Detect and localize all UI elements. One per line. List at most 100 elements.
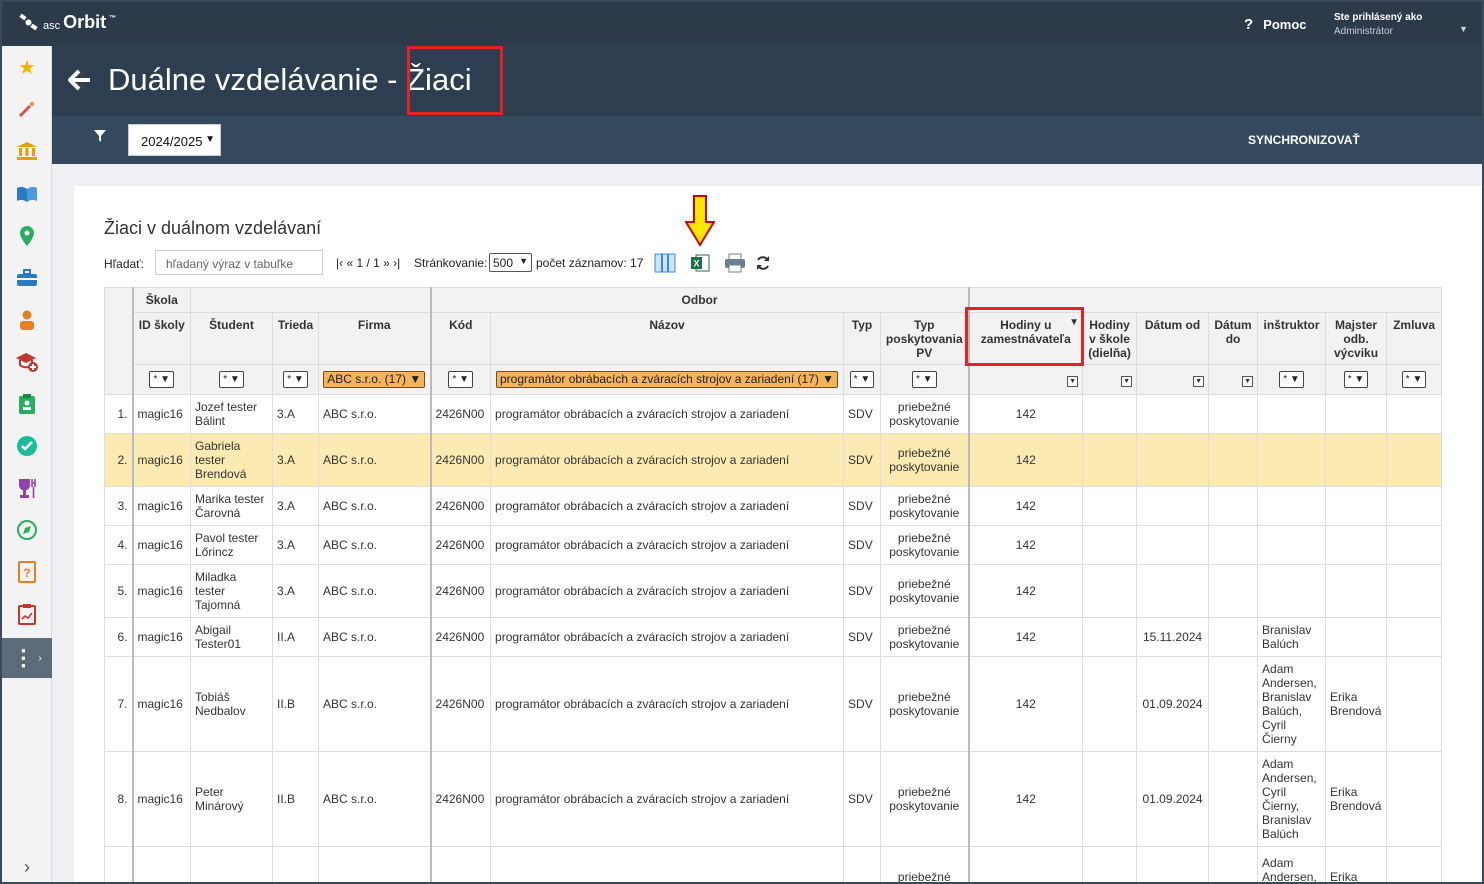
col-student[interactable]: Študent <box>190 312 273 365</box>
filter-nazov[interactable]: programátor obrábacích a zváracích stroj… <box>496 371 839 388</box>
cell-instruktor <box>1257 486 1327 526</box>
app-logo[interactable]: asc Orbit ™ <box>18 12 116 33</box>
print-icon[interactable] <box>724 252 746 274</box>
cell-id-skoly-link[interactable]: magic16 <box>131 617 191 657</box>
filter-zmluva[interactable]: * ▼ <box>1401 371 1427 388</box>
year-select[interactable]: 2024/2025 ▼ <box>128 124 221 156</box>
filter-majster[interactable]: * ▼ <box>1343 371 1369 388</box>
group-header-odbor: Odbor <box>429 287 970 313</box>
clipboard-user-icon[interactable] <box>2 387 52 421</box>
trophy-icon[interactable] <box>2 471 52 505</box>
cell-hodiny-zamestnavatel: 142 <box>967 486 1084 526</box>
bank-icon[interactable] <box>2 134 52 168</box>
app-window: asc Orbit ™ ? Pomoc Ste prihlásený ako Adm… <box>0 0 1484 884</box>
cell-id-skoly-link[interactable]: magic16 <box>131 564 191 618</box>
columns-icon[interactable] <box>654 252 676 274</box>
cell-id-skoly-link[interactable]: magic16 <box>131 433 191 487</box>
table-row[interactable]: 7. magic16 Tobiáš Nedbalov II.B ABC s.r.o. 24… <box>104 656 1443 752</box>
cell-datum-od <box>1136 525 1210 565</box>
cell-datum-do <box>1208 617 1259 657</box>
paging-select[interactable]: 500 ▼ <box>489 253 532 272</box>
col-instruktor[interactable]: inštruktor <box>1257 312 1327 365</box>
location-pin-icon[interactable] <box>2 219 52 253</box>
magic-wand-icon[interactable] <box>2 92 52 126</box>
expand-sidebar-icon[interactable]: › <box>2 850 52 882</box>
cell-trieda: II.A <box>272 617 319 657</box>
col-zmluva[interactable]: Zmluva <box>1386 312 1443 365</box>
cell-nazov: programátor obrábacích a zváracích stroj… <box>490 751 845 847</box>
cell-trieda: 3.A <box>272 486 319 526</box>
student-icon[interactable] <box>2 303 52 337</box>
chevron-down-icon[interactable]: ▼ <box>1459 24 1468 34</box>
cell-row-number: 3. <box>104 486 133 526</box>
filter-student[interactable]: * ▼ <box>219 371 244 388</box>
cell-typ: SDV <box>843 433 882 487</box>
table-row[interactable]: 2. magic16 Gabriela tester Brendová 3.A ABC … <box>104 433 1443 487</box>
col-majster[interactable]: Majster odb. výcviku <box>1325 312 1388 365</box>
col-datum-od[interactable]: Dátum od <box>1136 312 1210 365</box>
filter-firma[interactable]: ABC s.r.o. (17) ▼ <box>323 371 426 388</box>
col-nazov[interactable]: Názov <box>490 312 845 365</box>
filter-toggle-icon[interactable]: ▼ <box>1121 376 1133 387</box>
filter-instruktor[interactable]: * ▼ <box>1279 371 1304 388</box>
col-hodiny-skola[interactable]: Hodiny v škole (dielňa) <box>1082 312 1138 365</box>
filter-value: programátor obrábacích a zváracích stroj… <box>500 372 819 386</box>
refresh-icon[interactable] <box>752 252 774 274</box>
report-doc-icon[interactable] <box>2 597 52 631</box>
cell-id-skoly-link[interactable]: magic16 <box>131 525 191 565</box>
col-typ[interactable]: Typ <box>843 312 882 365</box>
briefcase-icon[interactable] <box>2 261 52 295</box>
col-kod[interactable]: Kód <box>429 312 492 365</box>
filter-typ-pv[interactable]: * ▼ <box>911 371 937 388</box>
excel-export-icon[interactable]: X <box>689 252 711 274</box>
table-toolbar: Hľadať: hľadaný výraz v tabuľke |‹ « 1 /… <box>104 250 804 276</box>
search-input[interactable]: hľadaný výraz v tabuľke <box>155 250 323 275</box>
filter-trieda[interactable]: * ▼ <box>283 371 308 388</box>
cell-id-skoly-link[interactable]: magic16 <box>131 751 191 847</box>
cell-typ: SDV <box>843 656 882 752</box>
table-row[interactable]: 1. magic16 Jozef tester Bálint 3.A ABC s.r.o… <box>104 394 1443 434</box>
check-circle-icon[interactable] <box>2 429 52 463</box>
cell-id-skoly-link[interactable]: magic16 <box>131 486 191 526</box>
cell-zmluva <box>1386 656 1443 752</box>
cell-id-skoly-link[interactable]: magic16 <box>131 656 191 752</box>
year-select-value: 2024/2025 <box>141 134 203 149</box>
filter-typ[interactable]: * ▼ <box>849 371 875 388</box>
cell-id-skoly-link[interactable] <box>131 846 191 882</box>
filter-icon[interactable] <box>94 130 106 145</box>
filter-id-skoly[interactable]: * ▼ <box>149 371 175 388</box>
col-firma[interactable]: Firma <box>317 312 432 365</box>
book-icon[interactable] <box>2 177 52 211</box>
filter-toggle-icon[interactable]: ▼ <box>1242 376 1254 387</box>
cell-id-skoly-link[interactable]: magic16 <box>131 394 191 434</box>
col-datum-do[interactable]: Dátum do <box>1208 312 1259 365</box>
cell-hodiny-skola <box>1082 394 1138 434</box>
user-menu[interactable]: Ste prihlásený ako Administrátor <box>1334 11 1422 39</box>
cell-majster: Erika Brendová <box>1325 656 1388 752</box>
col-trieda[interactable]: Trieda <box>272 312 319 365</box>
graduation-add-icon[interactable] <box>2 345 52 379</box>
question-doc-icon[interactable]: ? <box>2 555 52 589</box>
compass-icon[interactable] <box>2 513 52 547</box>
table-row[interactable]: priebežné Adam Andersen, CErika <box>104 846 1443 882</box>
help-button[interactable]: ? Pomoc <box>1244 16 1307 33</box>
table-row[interactable]: 8. magic16 Peter Minárový II.B ABC s.r.o. 242… <box>104 751 1443 847</box>
back-arrow-icon[interactable] <box>67 66 92 98</box>
pagination[interactable]: |‹ « 1 / 1 » ›| <box>336 256 400 270</box>
sync-button[interactable]: SYNCHRONIZOVAŤ <box>1248 133 1360 147</box>
star-icon[interactable]: ★ <box>2 50 52 84</box>
filter-toggle-icon[interactable]: ▼ <box>1067 376 1079 387</box>
table-row[interactable]: 5. magic16 Miladka tester Tajomná 3.A ABC s.… <box>104 564 1443 618</box>
table-row[interactable]: 3. magic16 Marika tester Čarovná 3.A ABC s.r… <box>104 486 1443 526</box>
cell-typ-pv: priebežné poskytovanie <box>880 394 970 434</box>
filter-kod[interactable]: * ▼ <box>448 371 474 388</box>
filter-toggle-icon[interactable]: ▼ <box>1193 376 1205 387</box>
col-id-skoly[interactable]: ID školy <box>131 312 191 365</box>
table-row[interactable]: 6. magic16 Abigail Tester01 II.A ABC s.r.o. 2… <box>104 617 1443 657</box>
cell-row-number: 7. <box>104 656 133 752</box>
table-row[interactable]: 4. magic16 Pavol tester Lőrincz 3.A ABC s.r.… <box>104 525 1443 565</box>
more-icon[interactable]: ⋮ › <box>2 638 52 678</box>
col-typ-pv[interactable]: Typ poskytovania PV <box>880 312 970 365</box>
cell-row-number: 1. <box>104 394 133 434</box>
cell-zmluva <box>1386 525 1443 565</box>
